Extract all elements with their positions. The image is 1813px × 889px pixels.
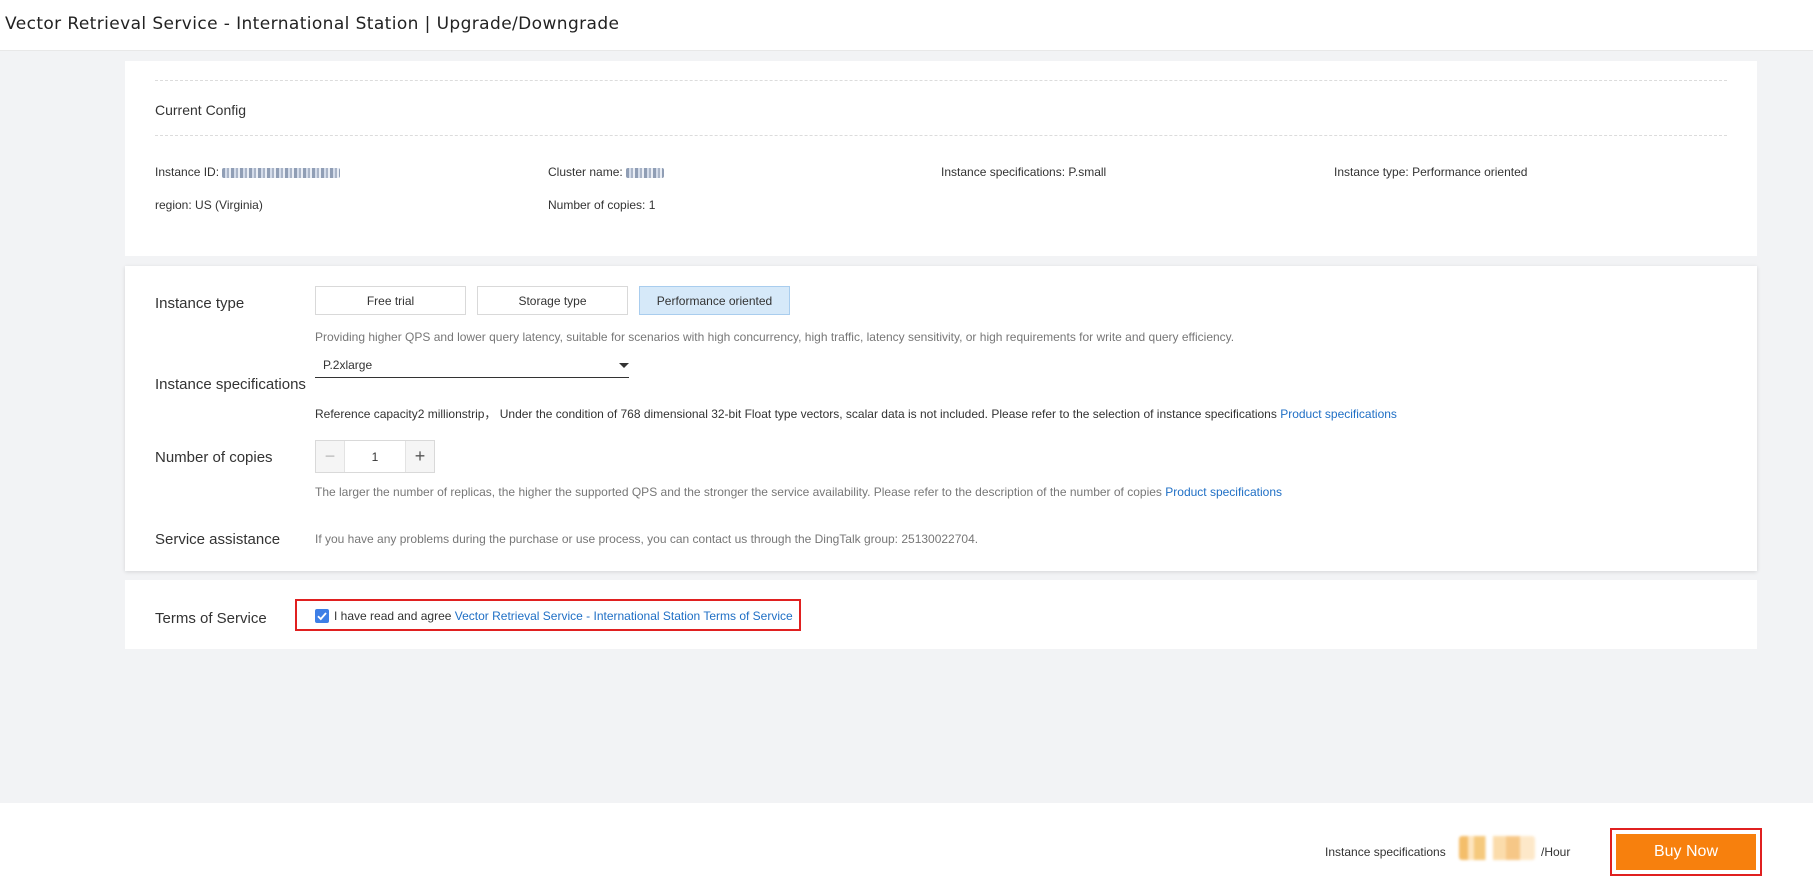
instance-type-row-label: Instance type — [155, 295, 245, 312]
service-assistance-label: Service assistance — [155, 531, 281, 548]
region-value: US (Virginia) — [195, 198, 263, 212]
config-card: Instance type Free trial Storage type Pe… — [125, 266, 1757, 571]
instance-id-label: Instance ID: — [155, 165, 220, 179]
instance-type-hint: Providing higher QPS and lower query lat… — [315, 330, 1235, 344]
agree-label: I have read and agree — [334, 609, 452, 623]
service-assistance-text: If you have any problems during the purc… — [315, 532, 979, 546]
instance-id-redacted — [222, 167, 341, 178]
option-free-trial[interactable]: Free trial — [315, 286, 466, 315]
instance-spec-hint-text: Reference capacity2 millionstrip， Under … — [315, 407, 1277, 421]
caret-down-icon — [619, 363, 629, 368]
instance-spec-field: Instance specifications: P.small — [941, 165, 1106, 179]
agree-checkbox[interactable] — [315, 609, 329, 623]
price-label: Instance specifications — [1325, 845, 1446, 859]
divider — [155, 80, 1727, 81]
agree-text: I have read and agree Vector Retrieval S… — [334, 609, 793, 623]
price-value-redacted — [1459, 836, 1535, 860]
instance-type-label: Instance type: — [1334, 165, 1409, 179]
instance-type-field: Instance type: Performance oriented — [1334, 165, 1527, 179]
terms-of-service-link[interactable]: Vector Retrieval Service - International… — [455, 609, 793, 623]
copies-product-spec-link[interactable]: Product specifications — [1165, 485, 1282, 499]
header-bar: Vector Retrieval Service - International… — [0, 0, 1813, 51]
copies-value: 1 — [648, 198, 656, 212]
cluster-name-field: Cluster name: — [548, 165, 665, 179]
terms-label: Terms of Service — [155, 610, 267, 627]
increment-button[interactable]: + — [405, 441, 434, 472]
cluster-name-label: Cluster name: — [548, 165, 623, 179]
instance-spec-select[interactable]: P.2xlarge — [315, 354, 629, 378]
page-title: Vector Retrieval Service - International… — [5, 14, 620, 34]
buy-now-button[interactable]: Buy Now — [1616, 834, 1756, 870]
terms-card: Terms of Service I have read and agree V… — [125, 580, 1757, 649]
copies-label: Number of copies: — [548, 198, 646, 212]
instance-spec-value: P.small — [1068, 165, 1107, 179]
instance-spec-label: Instance specifications: — [941, 165, 1066, 179]
option-storage-type[interactable]: Storage type — [477, 286, 628, 315]
option-performance-oriented[interactable]: Performance oriented — [639, 286, 790, 315]
instance-spec-row-label: Instance specifications — [155, 376, 306, 393]
region-field: region: US (Virginia) — [155, 198, 263, 212]
product-spec-link[interactable]: Product specifications — [1280, 407, 1397, 421]
region-label: region: — [155, 198, 192, 212]
copies-row-label: Number of copies — [155, 449, 273, 466]
price-unit: /Hour — [1541, 845, 1571, 859]
copies-hint-text: The larger the number of replicas, the h… — [315, 485, 1162, 499]
decrement-button[interactable]: − — [316, 441, 345, 472]
current-config-title: Current Config — [155, 102, 247, 118]
check-icon — [317, 612, 327, 621]
copies-input[interactable] — [345, 441, 405, 472]
instance-spec-hint: Reference capacity2 millionstrip， Under … — [315, 405, 1397, 422]
divider — [155, 135, 1727, 136]
copies-stepper: − + — [315, 440, 435, 473]
cluster-name-redacted — [626, 167, 665, 178]
current-config-card: Current Config Instance ID: Cluster name… — [125, 61, 1757, 256]
copies-hint: The larger the number of replicas, the h… — [315, 485, 1282, 499]
agree-terms-highlight: I have read and agree Vector Retrieval S… — [295, 599, 801, 631]
instance-spec-selected-value: P.2xlarge — [323, 358, 373, 372]
instance-id-field: Instance ID: — [155, 165, 341, 179]
buy-now-highlight: Buy Now — [1610, 828, 1762, 876]
purchase-footer: Instance specifications /Hour Buy Now — [0, 803, 1813, 889]
copies-field: Number of copies: 1 — [548, 198, 655, 212]
instance-type-value: Performance oriented — [1412, 165, 1528, 179]
